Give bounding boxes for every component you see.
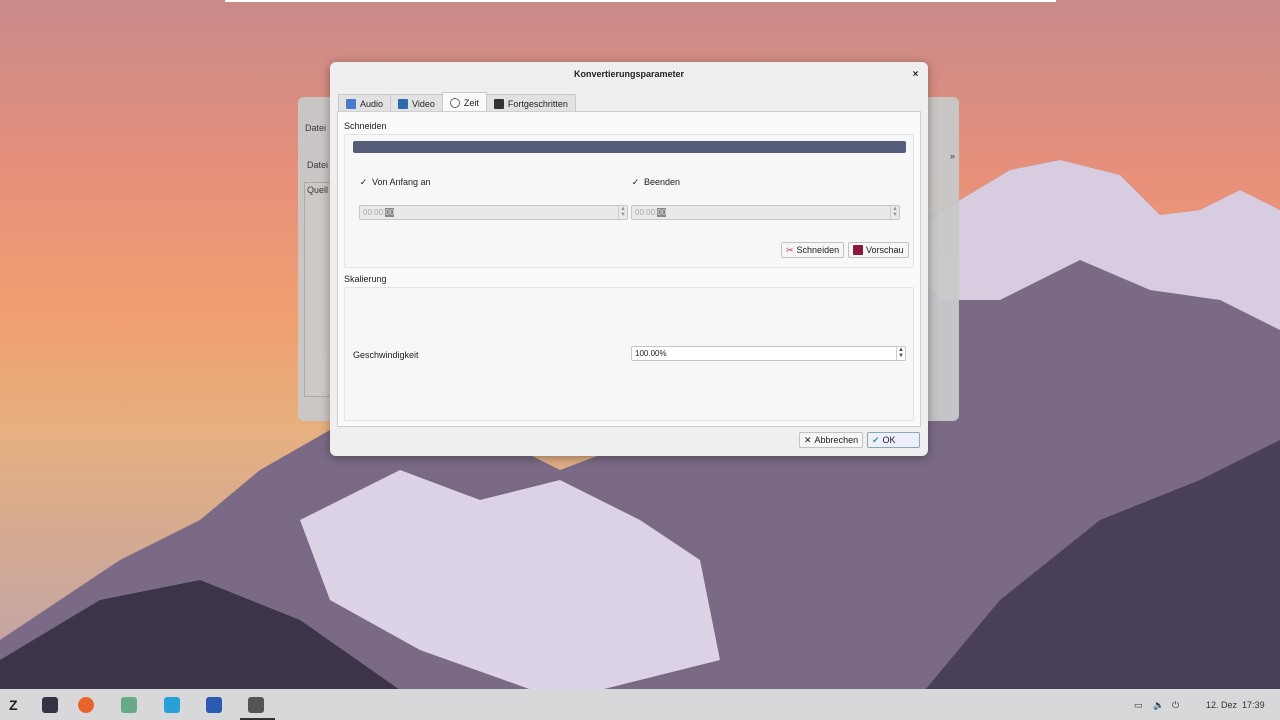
tab-panel: Schneiden ✓ Von Anfang an ✓ Beenden 00:00:… (337, 111, 921, 427)
video-converter-icon[interactable] (248, 697, 264, 713)
video-icon (398, 98, 409, 109)
firefox-icon[interactable] (78, 697, 94, 713)
ok-icon: ✔ (872, 434, 880, 445)
date: 12. Dez (1206, 700, 1238, 710)
button-label: Schneiden (796, 245, 840, 255)
tab-zeit[interactable]: Zeit (441, 92, 487, 112)
tab-fortgeschritten[interactable]: Fortgeschritten (485, 94, 576, 112)
terminal-icon (493, 98, 504, 109)
speed-value: 100.00% (635, 349, 667, 358)
scaling-section-title: Skalierung (344, 274, 387, 284)
from-start-checkbox[interactable]: ✓ Von Anfang an (359, 177, 431, 187)
files-icon[interactable] (121, 697, 137, 713)
scaling-group: Geschwindigkeit 100.00% ▲ ▼ (344, 287, 914, 421)
scissors-icon: ✂ (786, 244, 794, 255)
clock-icon (449, 97, 460, 108)
time: 17:39 (1242, 700, 1265, 710)
row-label: Datei (307, 160, 329, 170)
close-icon[interactable]: × (909, 68, 922, 81)
x-icon: ✕ (804, 434, 812, 445)
tab-video[interactable]: Video (390, 94, 443, 112)
conversion-dialog: Konvertierungsparameter × Audio Video Ze… (330, 62, 928, 456)
cut-range-bar[interactable] (353, 141, 906, 153)
speed-label: Geschwindigkeit (353, 350, 419, 360)
menu-datei[interactable]: Datei (305, 123, 326, 133)
spin-arrows[interactable]: ▲ ▼ (618, 206, 627, 219)
dialog-title: Konvertierungsparameter (573, 69, 685, 79)
end-checkbox[interactable]: ✓ Beenden (631, 177, 680, 187)
messages-icon[interactable] (206, 697, 222, 713)
tab-label: Audio (360, 98, 384, 109)
spin-arrows[interactable]: ▲ ▼ (890, 206, 899, 219)
clock-date[interactable]: 12. Dez 17:39 (1206, 700, 1265, 710)
preview-button[interactable]: Vorschau (848, 242, 909, 258)
end-time-input[interactable]: 00:00:00 ▲ ▼ (631, 205, 900, 220)
time-prefix: 00:00: (363, 208, 386, 217)
time-selected: 00 (657, 208, 667, 217)
cut-section-title: Schneiden (344, 121, 387, 131)
more-icon[interactable]: » (950, 151, 955, 161)
tab-label: Fortgeschritten (507, 98, 568, 109)
taskbar: Z ▭ 🔈 ⏻ 12. Dez 17:39 (0, 689, 1280, 720)
button-label: Vorschau (866, 245, 904, 255)
time-prefix: 00:00: (635, 208, 658, 217)
zorin-menu-icon[interactable]: Z (9, 697, 25, 713)
speed-input[interactable]: 100.00% ▲ ▼ (631, 346, 906, 361)
volume-icon[interactable]: 🔈 (1153, 700, 1164, 711)
time-selected: 00 (385, 208, 395, 217)
tab-label: Zeit (463, 97, 479, 108)
button-label: Abbrechen (814, 435, 859, 445)
check-icon: ✓ (359, 176, 368, 187)
ok-button[interactable]: ✔ OK (867, 432, 920, 448)
workspace-icon[interactable] (42, 697, 58, 713)
screen-icon[interactable]: ▭ (1134, 700, 1143, 711)
cut-group: ✓ Von Anfang an ✓ Beenden 00:00:00 ▲ ▼ 00:00… (344, 134, 914, 268)
button-label: OK (882, 435, 896, 445)
start-time-input[interactable]: 00:00:00 ▲ ▼ (359, 205, 628, 220)
software-store-icon[interactable] (164, 697, 180, 713)
preview-icon (853, 245, 863, 255)
top-edge-bar (225, 0, 1056, 2)
checkbox-label: Beenden (644, 177, 681, 187)
tab-label: Video (412, 98, 435, 109)
power-icon[interactable]: ⏻ (1172, 700, 1179, 711)
spin-arrows[interactable]: ▲ ▼ (896, 347, 905, 360)
checkbox-label: Von Anfang an (372, 177, 431, 187)
pane-label: Quell (307, 185, 329, 195)
cancel-button[interactable]: ✕ Abbrechen (799, 432, 864, 448)
check-icon: ✓ (631, 176, 640, 187)
cut-button[interactable]: ✂ Schneiden (781, 242, 845, 258)
audio-icon (346, 98, 356, 109)
tab-audio[interactable]: Audio (338, 94, 392, 112)
